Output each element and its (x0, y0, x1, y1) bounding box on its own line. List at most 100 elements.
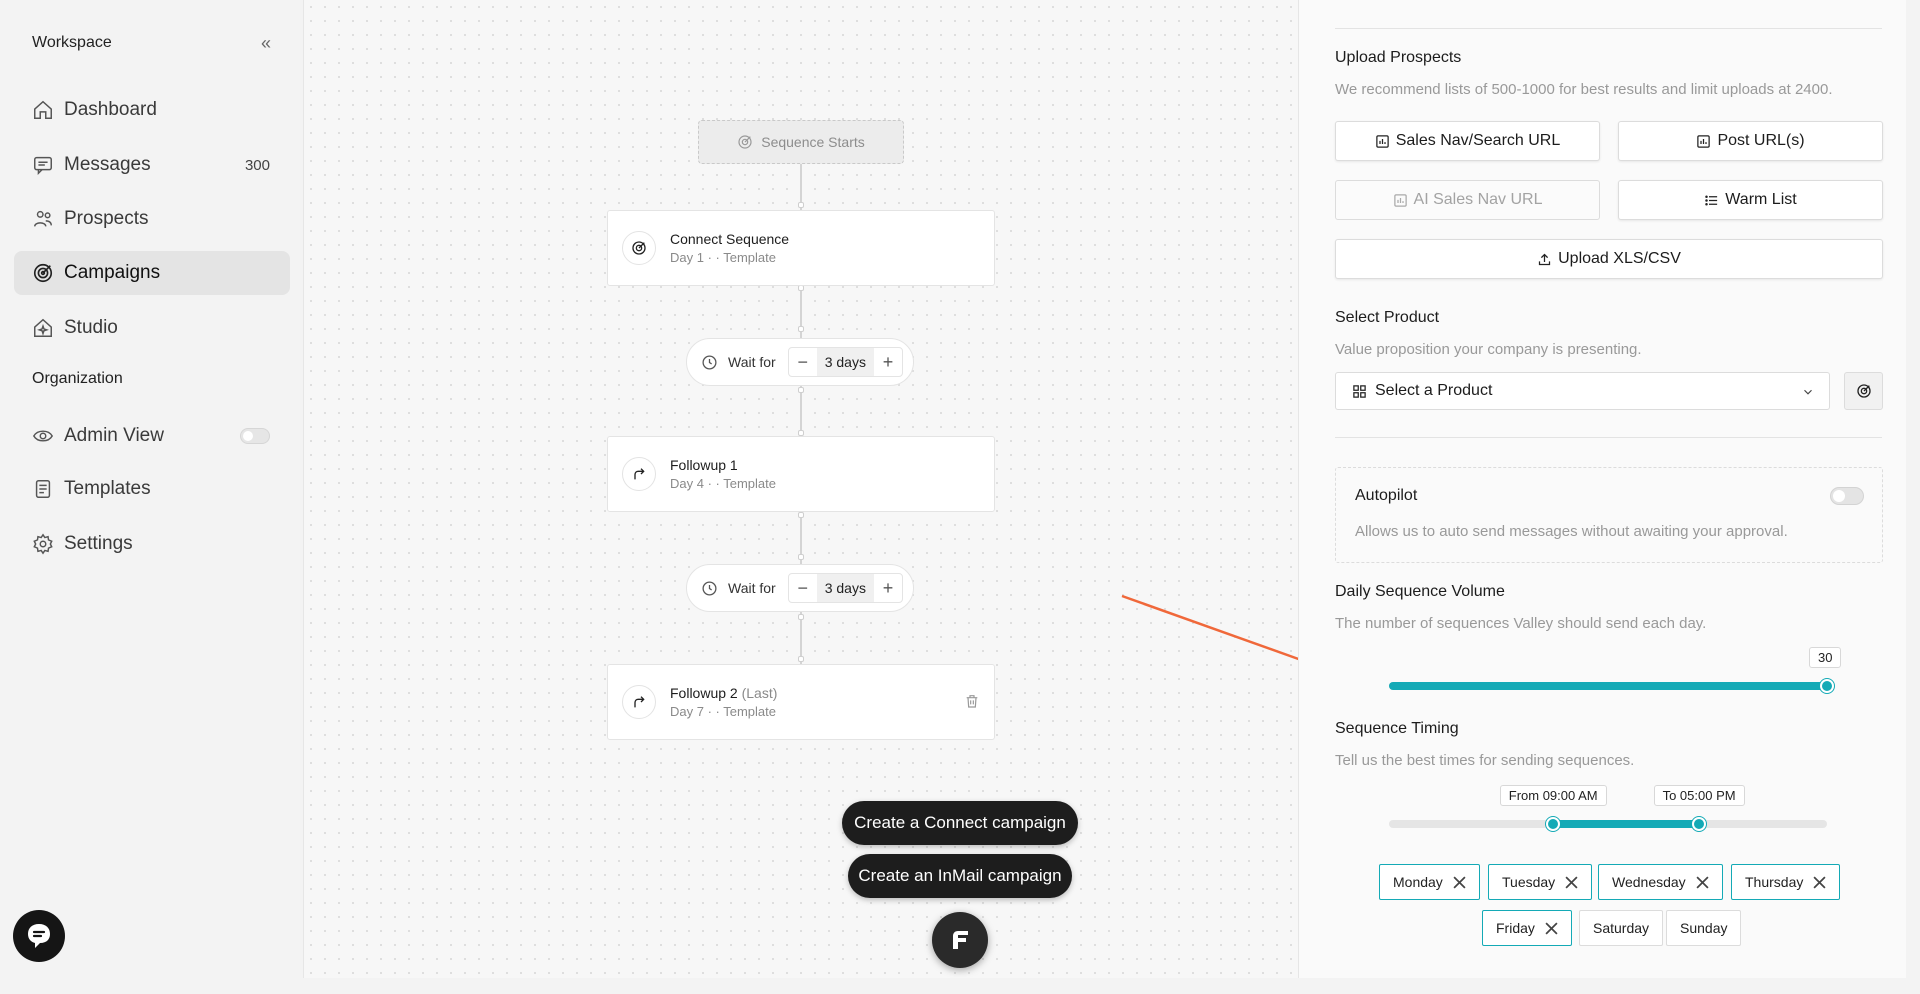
day-label: Saturday (1593, 920, 1650, 936)
admin-view-toggle[interactable] (240, 428, 270, 444)
timing-to-tooltip: To 05:00 PM (1653, 785, 1745, 806)
wait-days-value[interactable]: 3 days (816, 348, 874, 376)
post-urls-button[interactable]: Post URL(s) (1618, 121, 1883, 161)
wait-days-value[interactable]: 3 days (816, 574, 874, 602)
scrollbar[interactable] (1906, 0, 1920, 994)
step-subtitle: Day 4 · · Template (670, 476, 776, 491)
list-icon (1705, 195, 1718, 205)
button-label: Sales Nav/Search URL (1395, 132, 1561, 149)
connector-handle (798, 202, 804, 208)
day-chip-saturday[interactable]: Saturday (1579, 910, 1664, 946)
day-chip-wednesday[interactable]: Wednesday (1598, 864, 1723, 900)
sidebar-item-label: Settings (64, 533, 133, 554)
connector-handle (798, 387, 804, 393)
chevron-down-icon (1804, 389, 1812, 395)
product-select-value: Select a Product (1375, 382, 1493, 399)
sales-nav-url-button[interactable]: Sales Nav/Search URL (1335, 121, 1600, 161)
wait-step: Wait for − 3 days + (686, 338, 914, 386)
sequence-starts-node: Sequence Starts (698, 120, 904, 164)
chart-icon (1375, 134, 1389, 148)
volume-slider-thumb[interactable] (1820, 679, 1834, 693)
edit-product-button[interactable] (1844, 372, 1883, 410)
sidebar-item-templates[interactable]: Templates (14, 467, 290, 511)
reply-arrow-icon (622, 685, 656, 719)
sequence-starts-label: Sequence Starts (761, 134, 865, 150)
day-chip-friday[interactable]: Friday (1482, 910, 1572, 946)
upload-xls-csv-button[interactable]: Upload XLS/CSV (1335, 239, 1883, 279)
sidebar-item-settings[interactable]: Settings (14, 522, 290, 566)
day-label: Thursday (1745, 874, 1804, 890)
app-logo-button[interactable] (932, 912, 988, 968)
sidebar-item-prospects[interactable]: Prospects (14, 197, 290, 241)
wait-days-stepper: − 3 days + (787, 573, 903, 603)
day-label: Wednesday (1612, 874, 1686, 890)
close-icon[interactable] (1453, 875, 1466, 889)
button-label: Post URL(s) (1717, 132, 1805, 149)
chart-icon (1393, 193, 1407, 207)
message-icon (34, 156, 52, 176)
autopilot-toggle[interactable] (1830, 487, 1864, 505)
chat-icon (28, 924, 50, 948)
button-label: AI Sales Nav URL (1413, 191, 1543, 208)
close-icon[interactable] (1565, 875, 1578, 889)
decrement-button[interactable]: − (789, 348, 817, 376)
home-icon (34, 100, 52, 119)
timing-to-thumb[interactable] (1692, 817, 1707, 831)
step-card-followup-2[interactable]: Followup 2 (Last) Day 7 · · Template (607, 664, 995, 740)
divider (1335, 437, 1882, 438)
trash-icon[interactable] (964, 693, 980, 714)
sidebar-item-label: Studio (64, 317, 118, 338)
step-title: Followup 1 (670, 457, 738, 473)
create-connect-campaign-button[interactable]: Create a Connect campaign (842, 801, 1078, 845)
step-subtitle: Day 1 · · Template (670, 250, 776, 265)
step-subtitle: Day 7 · · Template (670, 704, 776, 719)
gear-icon (33, 533, 53, 555)
increment-button[interactable]: + (874, 574, 902, 602)
users-icon (34, 210, 52, 227)
volume-slider-fill (1389, 682, 1827, 690)
day-chip-sunday[interactable]: Sunday (1666, 910, 1742, 946)
decrement-button[interactable]: − (789, 574, 817, 602)
select-product-description: Value proposition your company is presen… (1335, 341, 1642, 358)
sidebar-item-dashboard[interactable]: Dashboard (14, 88, 290, 132)
step-card-connect-sequence[interactable]: Connect Sequence Day 1 · · Template (607, 210, 995, 286)
day-label: Monday (1393, 874, 1443, 890)
workspace-title: Workspace (32, 34, 112, 51)
product-select[interactable]: Select a Product (1335, 372, 1830, 410)
step-card-followup-1[interactable]: Followup 1 Day 4 · · Template (607, 436, 995, 512)
connector-handle (798, 656, 804, 662)
step-title: Followup 2 (670, 685, 738, 701)
sidebar-item-label: Messages (64, 154, 151, 175)
sidebar-item-messages[interactable]: Messages 300 (14, 143, 290, 187)
day-chip-thursday[interactable]: Thursday (1731, 864, 1841, 900)
connector-handle (798, 326, 804, 332)
warm-list-button[interactable]: Warm List (1618, 180, 1883, 220)
wait-step: Wait for − 3 days + (686, 564, 914, 612)
day-chip-tuesday[interactable]: Tuesday (1488, 864, 1593, 900)
autopilot-description: Allows us to auto send messages without … (1355, 523, 1788, 540)
eye-icon (32, 430, 54, 442)
increment-button[interactable]: + (874, 348, 902, 376)
sidebar-item-studio[interactable]: Studio (14, 306, 290, 350)
target-icon (622, 231, 656, 265)
close-icon[interactable] (1696, 875, 1709, 889)
collapse-sidebar-icon[interactable]: « (261, 34, 271, 52)
ai-sales-nav-url-button[interactable]: AI Sales Nav URL (1335, 180, 1600, 220)
close-icon[interactable] (1813, 875, 1826, 889)
grid-icon (1353, 384, 1366, 398)
clock-icon (702, 354, 717, 370)
day-chip-monday[interactable]: Monday (1379, 864, 1480, 900)
bottom-edge (303, 978, 1906, 994)
chat-support-button[interactable] (13, 910, 65, 962)
wait-label: Wait for (728, 580, 776, 596)
sidebar-item-admin-view[interactable]: Admin View (14, 414, 290, 458)
sidebar-item-campaigns[interactable]: Campaigns (14, 251, 290, 295)
close-icon[interactable] (1545, 921, 1558, 935)
step-title: Connect Sequence (670, 231, 790, 247)
day-label: Friday (1496, 920, 1535, 936)
autopilot-card: Autopilot Allows us to auto send message… (1335, 467, 1883, 563)
sidebar-item-label: Templates (64, 478, 151, 499)
create-inmail-campaign-button[interactable]: Create an InMail campaign (848, 854, 1072, 898)
divider (1335, 28, 1882, 29)
reply-arrow-icon (622, 457, 656, 491)
